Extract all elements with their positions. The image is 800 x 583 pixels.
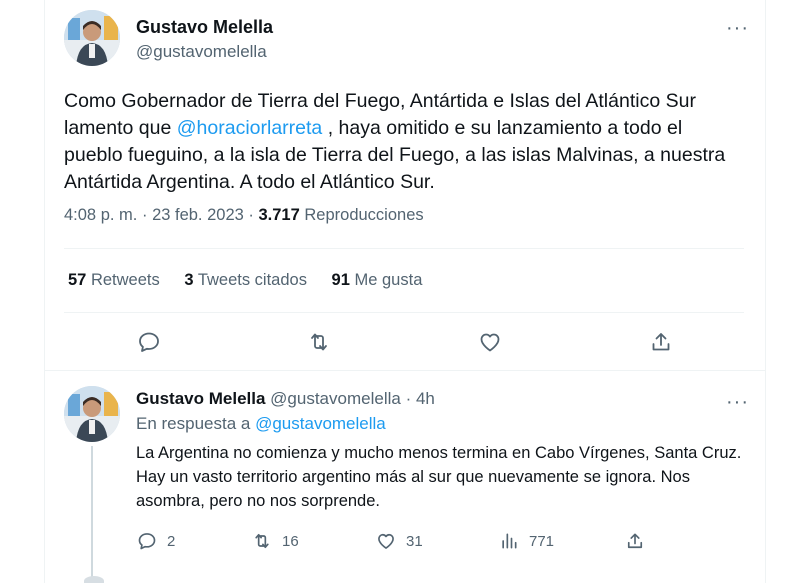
tweet-text: Como Gobernador de Tierra del Fuego, Ant… [64, 88, 744, 196]
more-icon[interactable]: ··· [726, 392, 749, 412]
tweet-date[interactable]: 23 feb. 2023 [152, 206, 244, 224]
replying-to: En respuesta a @gustavomelella [136, 414, 386, 434]
views-count: 771 [529, 532, 555, 550]
author-name[interactable]: Gustavo Melella [136, 17, 273, 38]
quotes-label: Tweets citados [197, 271, 307, 289]
author-handle[interactable]: @gustavomelella [136, 42, 267, 62]
avatar[interactable] [84, 576, 104, 583]
like-button[interactable]: 31 [376, 531, 423, 551]
share-icon [627, 533, 643, 549]
author-name[interactable]: Gustavo Melella [136, 389, 265, 408]
tweet-age[interactable]: 4h [416, 389, 435, 408]
mention-link[interactable]: @horaciorlarreta [177, 117, 323, 139]
thread-line [91, 446, 93, 583]
views-label: Reproducciones [304, 206, 424, 224]
tweet-stats: 57 Retweets 3 Tweets citados 91 Me gusta [68, 271, 442, 290]
retweet-count: 16 [282, 532, 299, 550]
like-icon [480, 333, 500, 352]
reply-button[interactable] [135, 328, 163, 356]
separator: · [405, 389, 412, 408]
divider [45, 370, 765, 371]
divider [64, 312, 744, 313]
share-button[interactable] [647, 328, 675, 356]
like-icon [378, 533, 394, 549]
reply-text: La Argentina no comienza y mucho menos t… [136, 444, 742, 510]
retweet-icon [311, 333, 327, 351]
likes-stat[interactable]: 91 Me gusta [332, 271, 423, 289]
divider [64, 248, 744, 249]
retweets-label: Retweets [90, 271, 160, 289]
avatar[interactable] [64, 10, 120, 66]
avatar[interactable] [64, 386, 120, 442]
retweet-icon [255, 533, 269, 549]
reply-icon [138, 533, 156, 550]
retweet-button[interactable]: 16 [252, 531, 299, 551]
reply-button[interactable]: 2 [137, 531, 175, 551]
views-button[interactable]: 771 [499, 531, 554, 551]
tweet-time[interactable]: 4:08 p. m. [64, 206, 137, 224]
quotes-count: 3 [184, 271, 194, 289]
like-count: 31 [406, 532, 423, 550]
likes-label: Me gusta [354, 271, 423, 289]
author-handle[interactable]: @gustavomelella [270, 389, 401, 408]
replying-to-link[interactable]: @gustavomelella [255, 414, 386, 433]
views-icon [502, 533, 517, 549]
reply-header: Gustavo Melella @gustavomelella · 4h [136, 389, 435, 409]
retweets-stat[interactable]: 57 Retweets [68, 271, 160, 289]
likes-count: 91 [331, 271, 350, 289]
reply-icon [139, 332, 159, 352]
share-icon [652, 333, 670, 351]
separator: · [141, 206, 148, 224]
replying-prefix: En respuesta a [136, 414, 251, 433]
quotes-stat[interactable]: 3 Tweets citados [184, 271, 307, 289]
tweet-meta: 4:08 p. m. · 23 feb. 2023 · 3.717 Reprod… [64, 206, 424, 225]
more-icon[interactable]: ··· [726, 18, 749, 38]
reply-count: 2 [167, 532, 176, 550]
retweet-button[interactable] [305, 328, 333, 356]
views-count: 3.717 [258, 206, 300, 224]
like-button[interactable] [476, 328, 504, 356]
share-button[interactable] [625, 531, 645, 551]
separator: · [248, 206, 254, 224]
retweets-count: 57 [68, 271, 87, 289]
